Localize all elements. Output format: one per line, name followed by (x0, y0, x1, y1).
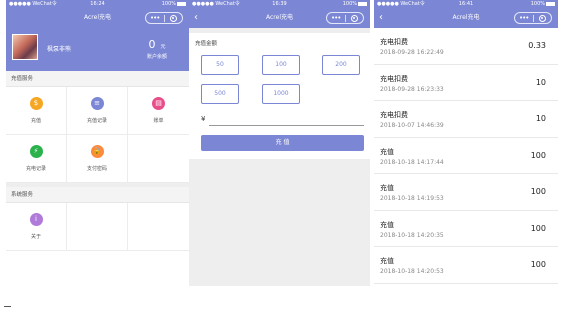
service-item-label: 充值 (30, 118, 41, 124)
empty-cell (128, 135, 189, 183)
username: 枫泵非熊 (47, 46, 72, 53)
list-item[interactable]: 充电扣费 2018-09-28 16:23:33 10 (374, 65, 558, 101)
records-list: 充电扣费 2018-09-28 16:22:49 0.33 充电扣费 2018-09-2… (374, 28, 558, 284)
service-item-label: 支付密码 (86, 166, 107, 172)
recharge-screen: ●●●●● WeChat令 16:39 100% ‹ Acrel充电 ••• 充… (189, 0, 370, 286)
empty-cell (128, 203, 189, 251)
section-title-system: 系统服务 (6, 187, 189, 203)
service-item-2[interactable]: ▤ 账单 (128, 87, 189, 135)
service-item-label: 充电记录 (25, 166, 46, 172)
record-time: 2018-10-18 14:20:53 (380, 268, 444, 275)
battery-indicator: 100% (162, 0, 186, 8)
record-amount: 10 (535, 114, 546, 123)
record-time: 2018-09-28 16:22:49 (380, 49, 444, 56)
service-item-3[interactable]: ⚡ 充电记录 (6, 135, 67, 183)
account-balance: 0 元 账户余额 (147, 33, 167, 60)
battery-icon (358, 1, 367, 6)
balance-label: 账户余额 (146, 54, 167, 60)
balance-value: 0 (148, 38, 156, 51)
record-time: 2018-10-07 14:46:39 (380, 122, 444, 129)
system-grid: i 关于 (6, 203, 189, 251)
list-item[interactable]: 充值 2018-10-18 14:17:44 100 (374, 138, 558, 174)
record-title: 充电扣费 (380, 38, 408, 46)
amount-option-500[interactable]: 500 (201, 84, 239, 104)
system-item-label: 关于 (30, 234, 41, 240)
avatar[interactable] (12, 34, 38, 60)
record-amount: 100 (530, 150, 546, 160)
service-item-label: 充值记录 (86, 118, 107, 124)
record-time: 2018-10-18 14:20:35 (380, 231, 444, 239)
nav-bar: ‹ Acrel充电 ••• (374, 8, 558, 28)
record-time: 2018-10-18 14:17:44 (380, 158, 444, 166)
battery-icon (177, 1, 186, 6)
record-title: 充值 (380, 184, 394, 192)
services-grid: $ 充值 ≡ 充值记录 ▤ 账单 ⚡ 充电记录 🔒 支付密码 (6, 87, 189, 183)
record-title: 充值 (380, 147, 394, 156)
more-icon[interactable]: ••• (515, 13, 533, 23)
text-cursor (4, 306, 11, 307)
service-item-label: 账单 (153, 118, 164, 124)
list-item[interactable]: 充值 2018-10-18 14:20:35 100 (374, 211, 558, 247)
empty-cell (67, 203, 128, 251)
info-icon: i (29, 213, 43, 226)
home-screen: ●●●●● WeChat令 16:24 100% Acrel充电 ••• 枫泵非… (6, 0, 189, 286)
close-target-icon[interactable] (346, 14, 364, 22)
section-title-recharge: 充值服务 (6, 71, 189, 87)
amount-option-1000[interactable]: 1000 (262, 84, 300, 104)
system-item-0[interactable]: i 关于 (6, 203, 67, 251)
balance-unit: 元 (160, 44, 166, 50)
record-icon: ≡ (90, 97, 104, 110)
nav-bar: ‹ Acrel充电 ••• (189, 8, 370, 28)
list-item[interactable]: 充值 2018-10-18 14:20:53 100 (374, 247, 558, 284)
amount-option-50[interactable]: 50 (201, 55, 239, 75)
record-title: 充值 (380, 220, 394, 229)
amount-option-100[interactable]: 100 (262, 55, 300, 75)
close-target-icon[interactable] (534, 14, 552, 22)
amount-input[interactable] (209, 125, 364, 126)
mini-program-capsule[interactable]: ••• (326, 12, 364, 24)
profile-header: 枫泵非熊 0 元 账户余额 (6, 28, 189, 71)
currency-symbol: ¥ (201, 115, 206, 123)
record-title: 充电扣费 (380, 74, 408, 83)
nav-bar: Acrel充电 ••• (6, 8, 189, 28)
record-amount: 10 (535, 77, 546, 87)
records-screen: ●●●●● WeChat令 16:41 100% ‹ Acrel充电 ••• 充… (374, 0, 558, 300)
record-amount: 100 (530, 223, 546, 233)
record-title: 充电扣费 (380, 111, 408, 119)
record-title: 充值 (380, 257, 394, 265)
list-item[interactable]: 充值 2018-10-18 14:19:53 100 (374, 174, 558, 211)
record-time: 2018-09-28 16:23:33 (380, 85, 444, 93)
battery-icon (546, 1, 555, 6)
record-amount: 100 (530, 187, 546, 196)
status-bar: ●●●●● WeChat令 16:41 100% (374, 0, 558, 8)
record-amount: 0.33 (528, 41, 546, 50)
close-target-icon[interactable] (165, 14, 183, 22)
battery-indicator: 100% (343, 0, 367, 8)
list-item[interactable]: 充电扣费 2018-09-28 16:22:49 0.33 (374, 28, 558, 65)
money-bag-icon: $ (29, 97, 43, 110)
record-time: 2018-10-18 14:19:53 (380, 195, 444, 202)
amount-option-200[interactable]: 200 (322, 55, 360, 75)
lock-icon: 🔒 (90, 145, 104, 158)
service-item-4[interactable]: 🔒 支付密码 (67, 135, 128, 183)
status-bar: ●●●●● WeChat令 16:24 100% (6, 0, 189, 8)
more-icon[interactable]: ••• (327, 13, 345, 23)
recharge-panel: 充值金额 50 100 200 500 1000 ¥ 充 值 (189, 33, 370, 159)
lightning-icon: ⚡ (29, 145, 43, 158)
record-amount: 100 (530, 260, 546, 269)
mini-program-capsule[interactable]: ••• (145, 12, 183, 24)
more-icon[interactable]: ••• (146, 13, 164, 23)
service-item-1[interactable]: ≡ 充值记录 (67, 87, 128, 135)
bill-icon: ▤ (152, 97, 165, 110)
service-item-0[interactable]: $ 充值 (6, 87, 67, 135)
mini-program-capsule[interactable]: ••• (514, 12, 552, 24)
battery-indicator: 100% (531, 0, 555, 8)
amount-header: 充值金额 (195, 41, 218, 47)
recharge-button[interactable]: 充 值 (201, 135, 364, 151)
status-bar: ●●●●● WeChat令 16:39 100% (189, 0, 370, 8)
list-item[interactable]: 充电扣费 2018-10-07 14:46:39 10 (374, 101, 558, 138)
